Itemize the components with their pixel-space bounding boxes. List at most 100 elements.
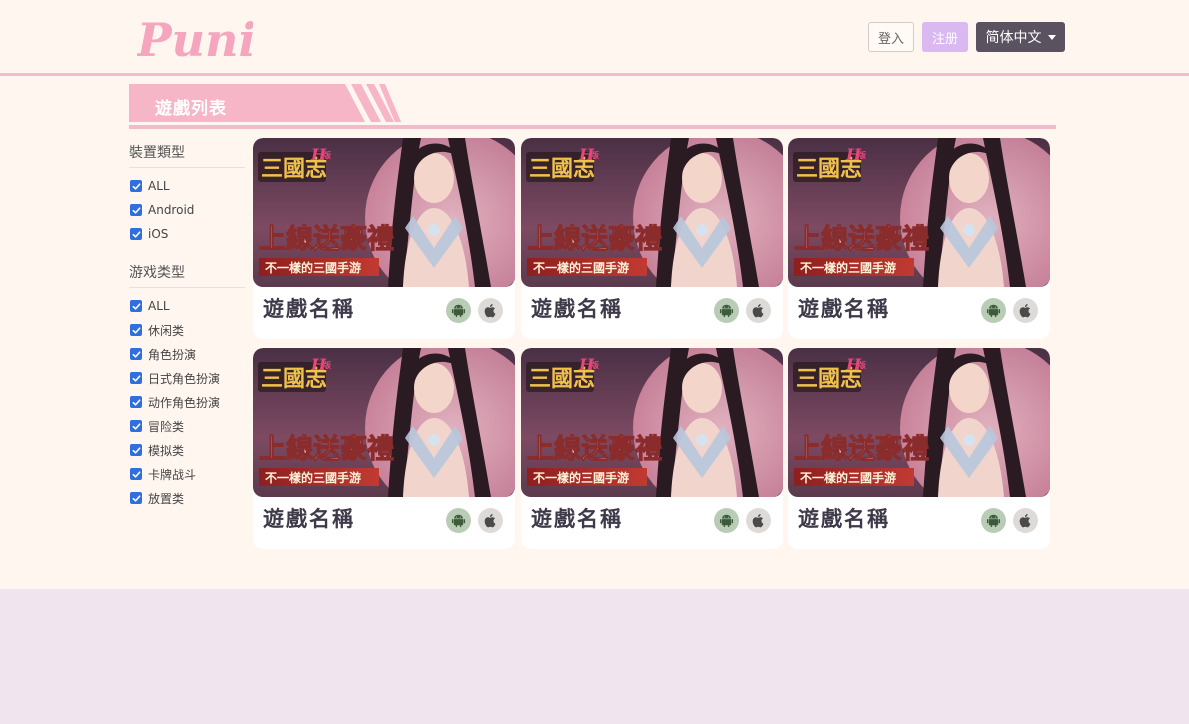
- apple-icon: [478, 298, 503, 323]
- svg-text:版: 版: [590, 360, 599, 370]
- filter-option-label: 休闲类: [148, 323, 185, 338]
- android-icon: [981, 508, 1006, 533]
- game-card[interactable]: 三國志 H 版 上線送豪禮 不一樣的三國手游 遊戲名稱: [253, 138, 515, 339]
- filter-option-label: iOS: [148, 227, 169, 241]
- game-name: 遊戲名稱: [263, 507, 355, 531]
- svg-text:上線送豪禮: 上線送豪禮: [527, 433, 662, 465]
- checkbox-checked-icon[interactable]: [130, 492, 142, 504]
- game-card[interactable]: 三國志 H 版 上線送豪禮 不一樣的三國手游 遊戲名稱: [521, 138, 783, 339]
- game-banner-image[interactable]: 三國志 H 版 上線送豪禮 不一樣的三國手游: [253, 138, 515, 287]
- filter-option[interactable]: iOS: [129, 222, 245, 246]
- game-type-title: 游戏类型: [129, 258, 245, 288]
- caret-down-icon: [1047, 34, 1056, 40]
- svg-text:不一樣的三國手游: 不一樣的三國手游: [533, 470, 629, 485]
- game-banner-image[interactable]: 三國志 H 版 上線送豪禮 不一樣的三國手游: [253, 348, 515, 497]
- game-name: 遊戲名稱: [798, 507, 890, 531]
- device-type-group: 裝置類型 ALL Android iOS: [129, 138, 245, 246]
- filter-option-label: 动作角色扮演: [148, 395, 221, 410]
- logo-text: Puni: [137, 13, 253, 66]
- game-type-group: 游戏类型 ALL 休闲类角色扮演日式角色扮演 动作角色扮演 冒险类模拟类卡牌战斗放置类: [129, 258, 245, 510]
- apple-icon: [746, 298, 771, 323]
- game-name: 遊戲名稱: [531, 297, 623, 321]
- game-card[interactable]: 三國志 H 版 上線送豪禮 不一樣的三國手游 遊戲名稱: [788, 348, 1050, 549]
- svg-text:不一樣的三國手游: 不一樣的三國手游: [265, 470, 361, 485]
- section-title: 遊戲列表: [155, 99, 227, 119]
- svg-text:版: 版: [590, 150, 599, 160]
- checkbox-checked-icon[interactable]: [130, 204, 142, 216]
- filter-option[interactable]: 卡牌战斗: [129, 462, 245, 486]
- checkbox-checked-icon[interactable]: [130, 348, 142, 360]
- svg-text:上線送豪禮: 上線送豪禮: [259, 433, 394, 465]
- android-icon: [981, 298, 1006, 323]
- game-name: 遊戲名稱: [263, 297, 355, 321]
- filter-option-label: 卡牌战斗: [148, 467, 197, 482]
- apple-icon: [478, 508, 503, 533]
- filter-option[interactable]: 动作角色扮演: [129, 390, 245, 414]
- filter-option-label: ALL: [148, 179, 170, 193]
- filter-option[interactable]: 模拟类: [129, 438, 245, 462]
- checkbox-checked-icon[interactable]: [130, 228, 142, 240]
- game-banner-image[interactable]: 三國志 H 版 上線送豪禮 不一樣的三國手游: [521, 348, 783, 497]
- apple-icon: [1013, 298, 1038, 323]
- apple-icon: [746, 508, 771, 533]
- svg-text:不一樣的三國手游: 不一樣的三國手游: [265, 260, 361, 275]
- filter-option[interactable]: Android: [129, 198, 245, 222]
- svg-text:不一樣的三國手游: 不一樣的三國手游: [800, 260, 896, 275]
- filter-option-label: 放置类: [148, 491, 185, 506]
- login-button[interactable]: 登入: [868, 22, 914, 52]
- svg-text:不一樣的三國手游: 不一樣的三國手游: [533, 260, 629, 275]
- android-icon: [446, 508, 471, 533]
- game-card[interactable]: 三國志 H 版 上線送豪禮 不一樣的三國手游 遊戲名稱: [253, 348, 515, 549]
- page-body: Puni 登入 注册 简体中文 遊戲列表 裝置類型 ALL Android iOS …: [0, 0, 1189, 589]
- filter-option[interactable]: 日式角色扮演: [129, 366, 245, 390]
- svg-text:版: 版: [857, 360, 866, 370]
- svg-text:上線送豪禮: 上線送豪禮: [259, 223, 394, 255]
- checkbox-checked-icon[interactable]: [130, 324, 142, 336]
- game-card[interactable]: 三國志 H 版 上線送豪禮 不一樣的三國手游 遊戲名稱: [521, 348, 783, 549]
- android-icon: [714, 508, 739, 533]
- game-name: 遊戲名稱: [798, 297, 890, 321]
- filter-option[interactable]: 冒险类: [129, 414, 245, 438]
- filter-option[interactable]: ALL: [129, 174, 245, 198]
- puni-logo[interactable]: Puni: [135, 8, 256, 67]
- svg-text:上線送豪禮: 上線送豪禮: [794, 223, 929, 255]
- game-banner-image[interactable]: 三國志 H 版 上線送豪禮 不一樣的三國手游: [788, 138, 1050, 287]
- checkbox-checked-icon[interactable]: [130, 468, 142, 480]
- top-header: Puni 登入 注册 简体中文: [0, 0, 1189, 76]
- filter-option-label: 冒险类: [148, 419, 185, 434]
- android-icon: [714, 298, 739, 323]
- android-icon: [446, 298, 471, 323]
- svg-text:版: 版: [322, 360, 331, 370]
- filter-option-label: 日式角色扮演: [148, 371, 221, 386]
- filter-sidebar: 裝置類型 ALL Android iOS 游戏类型 ALL 休闲类角色扮演日式角色扮演…: [129, 138, 245, 510]
- checkbox-checked-icon[interactable]: [130, 300, 142, 312]
- checkbox-checked-icon[interactable]: [130, 444, 142, 456]
- filter-option[interactable]: ALL: [129, 294, 245, 318]
- register-button[interactable]: 注册: [922, 22, 968, 52]
- filter-option[interactable]: 放置类: [129, 486, 245, 510]
- game-card[interactable]: 三國志 H 版 上線送豪禮 不一樣的三國手游 遊戲名稱: [788, 138, 1050, 339]
- filter-option-label: 模拟类: [148, 443, 185, 458]
- checkbox-checked-icon[interactable]: [130, 180, 142, 192]
- svg-text:版: 版: [857, 150, 866, 160]
- game-banner-image[interactable]: 三國志 H 版 上線送豪禮 不一樣的三國手游: [788, 348, 1050, 497]
- checkbox-checked-icon[interactable]: [130, 396, 142, 408]
- footer-area: [0, 589, 1189, 724]
- game-name: 遊戲名稱: [531, 507, 623, 531]
- svg-text:上線送豪禮: 上線送豪禮: [794, 433, 929, 465]
- svg-text:版: 版: [322, 150, 331, 160]
- device-type-title: 裝置類型: [129, 138, 245, 168]
- apple-icon: [1013, 508, 1038, 533]
- svg-text:不一樣的三國手游: 不一樣的三國手游: [800, 470, 896, 485]
- filter-option-label: ALL: [148, 299, 170, 313]
- language-dropdown[interactable]: 简体中文: [976, 22, 1065, 52]
- language-label: 简体中文: [985, 30, 1042, 46]
- filter-option[interactable]: 休闲类: [129, 318, 245, 342]
- svg-text:上線送豪禮: 上線送豪禮: [527, 223, 662, 255]
- filter-option-label: Android: [148, 203, 195, 217]
- filter-option[interactable]: 角色扮演: [129, 342, 245, 366]
- checkbox-checked-icon[interactable]: [130, 372, 142, 384]
- section-title-bar: 遊戲列表: [129, 84, 1056, 130]
- game-banner-image[interactable]: 三國志 H 版 上線送豪禮 不一樣的三國手游: [521, 138, 783, 287]
- checkbox-checked-icon[interactable]: [130, 420, 142, 432]
